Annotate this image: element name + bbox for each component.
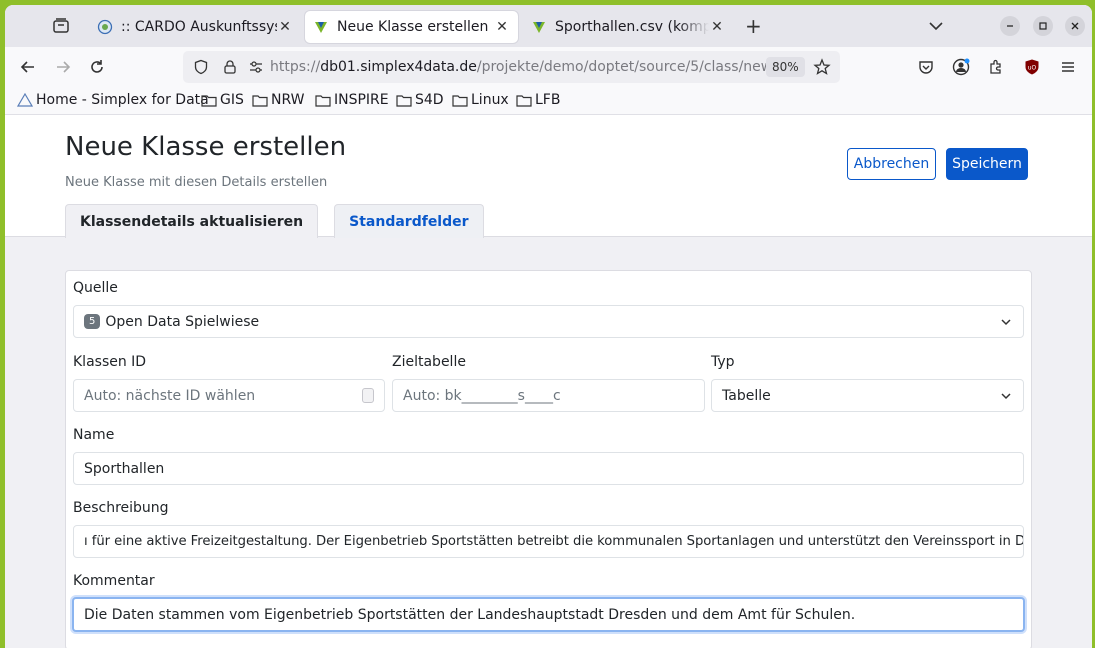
kommentar-input[interactable]: Die Daten stammen vom Eigenbetrieb Sport… — [72, 597, 1025, 632]
url-text[interactable]: https://db01.simplex4data.de/projekte/de… — [270, 59, 772, 75]
svg-text:uO: uO — [1028, 65, 1037, 72]
bookmarks-toolbar: Home - Simplex for Data GIS NRW INSPIRE … — [5, 87, 1092, 115]
bookmark-label: Home - Simplex for Data — [36, 92, 209, 108]
extensions-icon[interactable] — [986, 57, 1006, 77]
bookmark-folder-lfb[interactable]: LFB — [516, 92, 560, 108]
tab-cardo[interactable]: :: CARDO Auskunftssystem ✕ — [89, 11, 301, 43]
minimize-icon[interactable] — [1000, 16, 1020, 36]
bookmark-folder-s4d[interactable]: S4D — [396, 92, 444, 108]
close-tab-icon[interactable]: ✕ — [277, 19, 293, 35]
bookmark-label: NRW — [271, 92, 305, 108]
klassen-id-label: Klassen ID — [73, 354, 147, 370]
bookmark-folder-nrw[interactable]: NRW — [252, 92, 304, 108]
folder-icon — [201, 95, 217, 107]
name-input[interactable]: Sporthallen — [73, 452, 1024, 485]
page-header: Neue Klasse erstellen Neue Klasse mit di… — [5, 115, 1092, 238]
folder-icon — [452, 95, 468, 107]
name-value: Sporthallen — [84, 460, 165, 477]
close-tab-icon[interactable]: ✕ — [494, 19, 510, 35]
form-card: Quelle 5 Open Data Spielwiese Klassen ID… — [65, 270, 1032, 648]
url-domain: db01.simplex4data.de — [320, 59, 477, 75]
simplex-favicon-icon — [531, 19, 547, 35]
simplex-favicon-icon — [313, 19, 329, 35]
maximize-icon[interactable] — [1033, 16, 1053, 36]
folder-icon — [516, 95, 532, 107]
url-prefix: https:// — [270, 59, 321, 75]
page-content: Neue Klasse erstellen Neue Klasse mit di… — [5, 115, 1092, 648]
lock-icon[interactable] — [220, 57, 240, 77]
source-id-badge: 5 — [84, 314, 101, 329]
tab-neue-klasse[interactable]: Neue Klasse erstellen ✕ — [305, 11, 518, 43]
bookmark-folder-inspire[interactable]: INSPIRE — [315, 92, 389, 108]
tab-standardfelder[interactable]: Standardfelder — [334, 204, 484, 238]
forward-arrow-icon[interactable] — [53, 57, 73, 77]
reload-icon[interactable] — [87, 57, 107, 77]
quelle-value: Open Data Spielwiese — [105, 313, 260, 330]
window-close-icon[interactable] — [1065, 16, 1085, 36]
zieltabelle-input[interactable]: Auto: bk________s____c — [392, 379, 705, 412]
typ-select[interactable]: Tabelle — [711, 379, 1024, 412]
page-tabs: Klassendetails aktualisieren Standardfel… — [65, 204, 484, 238]
bookmark-label: LFB — [535, 92, 561, 108]
close-tab-icon[interactable]: ✕ — [709, 19, 725, 35]
beschreibung-value: ı für eine aktive Freizeitgestaltung. De… — [84, 534, 1024, 549]
navigation-bar: https://db01.simplex4data.de/projekte/de… — [5, 47, 1092, 87]
bookmark-label: GIS — [220, 92, 244, 108]
tab-sporthallen-csv[interactable]: Sporthallen.csv (komplett) ✕ — [523, 11, 733, 43]
folder-icon — [252, 95, 268, 107]
klassen-id-input[interactable]: Auto: nächste ID wählen — [73, 379, 385, 412]
bookmark-folder-gis[interactable]: GIS — [201, 92, 244, 108]
folder-icon — [315, 95, 331, 107]
tab-overview-icon[interactable] — [51, 16, 71, 36]
bookmark-label: INSPIRE — [334, 92, 389, 108]
chevron-down-icon — [1001, 393, 1011, 400]
cardo-favicon-icon — [97, 19, 113, 35]
zoom-level-badge[interactable]: 80% — [766, 57, 805, 77]
tab-label: :: CARDO Auskunftssystem — [121, 19, 277, 35]
zieltabelle-placeholder: Auto: bk________s____c — [403, 387, 561, 404]
bookmark-home-simplex[interactable]: Home - Simplex for Data — [17, 92, 209, 108]
tab-list-chevron-down-icon[interactable] — [925, 15, 947, 41]
pocket-icon[interactable] — [916, 57, 936, 77]
quelle-select[interactable]: 5 Open Data Spielwiese — [73, 305, 1024, 338]
quelle-label: Quelle — [73, 280, 118, 296]
page-subtitle: Neue Klasse mit diesen Details erstellen — [65, 175, 328, 190]
typ-value: Tabelle — [722, 387, 771, 404]
tab-strip: :: CARDO Auskunftssystem ✕ Neue Klasse e… — [5, 5, 1092, 47]
name-label: Name — [73, 427, 115, 443]
kommentar-value: Die Daten stammen vom Eigenbetrieb Sport… — [84, 606, 856, 623]
number-spinner-icon[interactable] — [362, 388, 374, 403]
ublock-origin-icon[interactable]: uO — [1022, 57, 1042, 77]
beschreibung-label: Beschreibung — [73, 500, 169, 516]
bookmark-folder-linux[interactable]: Linux — [452, 92, 509, 108]
page-title: Neue Klasse erstellen — [65, 132, 347, 162]
kommentar-label: Kommentar — [73, 573, 155, 589]
cancel-button[interactable]: Abbrechen — [847, 148, 936, 180]
chevron-down-icon — [1001, 319, 1011, 326]
tab-label: Neue Klasse erstellen — [337, 19, 489, 35]
tab-klassendetails[interactable]: Klassendetails aktualisieren — [65, 204, 319, 238]
folder-icon — [396, 95, 412, 107]
bookmark-label: Linux — [471, 92, 509, 108]
back-arrow-icon[interactable] — [18, 57, 38, 77]
new-tab-button[interactable]: + — [745, 16, 762, 36]
simplex-bookmark-icon — [17, 93, 33, 107]
hamburger-menu-icon[interactable] — [1058, 57, 1078, 77]
tab-label: Sporthallen.csv (komplett) — [555, 19, 709, 35]
tracking-shield-icon[interactable] — [191, 57, 211, 77]
permissions-icon[interactable] — [246, 57, 266, 77]
url-path: /projekte/demo/doptet/source/5/class/new — [476, 59, 773, 75]
beschreibung-input[interactable]: ı für eine aktive Freizeitgestaltung. De… — [73, 525, 1024, 558]
bookmark-star-icon[interactable] — [812, 57, 832, 77]
typ-label: Typ — [711, 354, 735, 370]
save-button[interactable]: Speichern — [946, 148, 1028, 180]
klassen-id-placeholder: Auto: nächste ID wählen — [84, 387, 256, 404]
url-bar[interactable]: https://db01.simplex4data.de/projekte/de… — [183, 51, 840, 83]
zieltabelle-label: Zieltabelle — [392, 354, 466, 370]
browser-window: :: CARDO Auskunftssystem ✕ Neue Klasse e… — [5, 5, 1092, 648]
account-icon[interactable] — [951, 57, 971, 77]
bookmark-label: S4D — [415, 92, 444, 108]
